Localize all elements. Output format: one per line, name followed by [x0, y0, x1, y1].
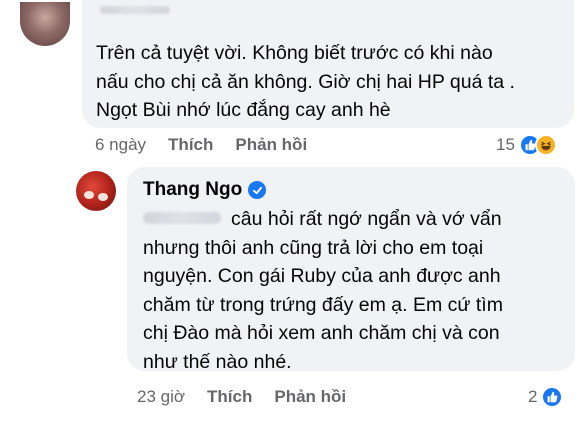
like-button[interactable]: Thích: [207, 387, 252, 407]
reply-timestamp[interactable]: 23 giờ: [137, 387, 185, 407]
reply-line: câu hỏi rất ngớ ngẩn và vớ vẩn: [231, 208, 502, 230]
reply-author[interactable]: Thang Ngo: [143, 179, 267, 201]
reply-line: chị Đào mà hỏi xem anh chăm chị và con: [143, 322, 500, 344]
comment-line: Trên cả tuyệt vời. Không biết trước có k…: [96, 42, 493, 64]
reaction-count: 15: [496, 135, 515, 154]
comment-text: Trên cả tuyệt vời. Không biết trước có k…: [96, 39, 515, 125]
reaction-count: 2: [528, 387, 538, 406]
reply-actions: 23 giờ Thích Phản hồi: [137, 387, 368, 407]
reply-button[interactable]: Phản hồi: [235, 135, 307, 155]
comment-actions: 6 ngày Thích Phản hồi: [95, 135, 329, 155]
comment-line: Ngọt Bùi nhớ lúc đắng cay anh hè: [96, 99, 391, 121]
reply-line: nhưng thôi anh cũng trả lời cho em toại: [143, 236, 484, 259]
comment-timestamp[interactable]: 6 ngày: [95, 135, 146, 155]
reply-reaction-summary[interactable]: 2: [528, 386, 564, 408]
comment-line: nấu cho chị cả ăn không. Giờ chị hai HP …: [96, 70, 515, 93]
commenter-name-blurred[interactable]: [100, 6, 170, 14]
reply-text: câu hỏi rất ngớ ngẩn và vớ vẩn nhưng thô…: [143, 205, 503, 376]
reaction-summary[interactable]: 15: [496, 134, 557, 156]
like-icon: [541, 386, 564, 408]
reply-button[interactable]: Phản hồi: [274, 387, 346, 407]
haha-icon: [534, 134, 557, 156]
reply-line: chăm từ trong trứng đấy em ạ. Em cứ tìm: [143, 293, 503, 316]
reply-author-name[interactable]: Thang Ngo: [143, 179, 242, 201]
reply-author-avatar[interactable]: [76, 171, 116, 211]
reply-line: nguyện. Con gái Ruby của anh được anh: [143, 265, 501, 287]
commenter-avatar[interactable]: [20, 2, 70, 46]
like-button[interactable]: Thích: [168, 135, 213, 155]
reply-line: như thế nào nhé.: [143, 350, 292, 373]
verified-badge-icon: [248, 181, 267, 199]
